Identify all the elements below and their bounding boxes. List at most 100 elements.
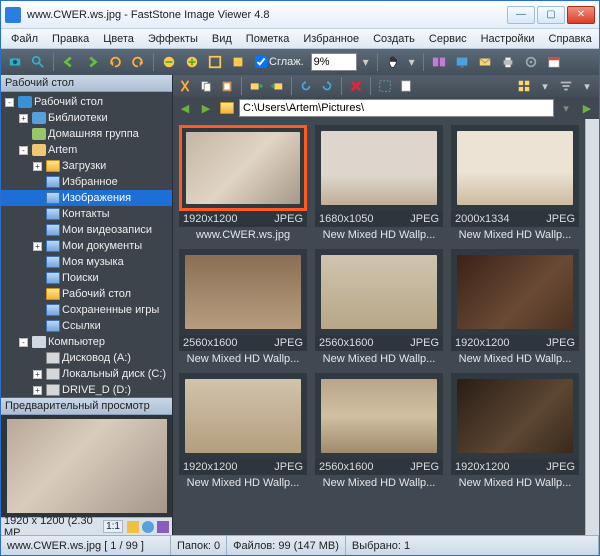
move-to-icon[interactable] [268,77,286,95]
redo-icon[interactable] [128,52,148,72]
expander-icon[interactable]: - [19,146,28,155]
rotate-right-icon[interactable] [318,77,336,95]
delete-icon[interactable] [347,77,365,95]
tree-item[interactable]: +Локальный диск (C:) [1,366,172,382]
tree-item[interactable]: +Дисковод (A:) [1,350,172,366]
expander-icon[interactable]: + [33,162,42,171]
menu-tools[interactable]: Сервис [423,32,473,46]
thumbnail[interactable]: 2560x1600JPEGNew Mixed HD Wallp... [179,249,307,365]
paste-icon[interactable] [218,77,236,95]
back-icon[interactable] [59,52,79,72]
tree-item[interactable]: +Моя музыка [1,254,172,270]
tree-item[interactable]: -Artem [1,142,172,158]
menu-effects[interactable]: Эффекты [142,32,204,46]
thumbnail-grid[interactable]: 1920x1200JPEGwww.CWER.ws.jpg1680x1050JPE… [173,119,585,535]
thumb-image[interactable] [179,249,307,335]
menu-tag[interactable]: Пометка [240,32,296,46]
menu-file[interactable]: Файл [5,32,44,46]
minimize-button[interactable]: — [507,6,535,24]
close-button[interactable]: ✕ [567,6,595,24]
filter-dropdown-icon[interactable]: ▾ [578,77,596,95]
tree-item[interactable]: +Загрузки [1,158,172,174]
print-icon[interactable] [498,52,518,72]
thumbnail[interactable]: 1920x1200JPEGNew Mixed HD Wallp... [451,373,579,489]
tree-item[interactable]: +DRIVE_D (D:) [1,382,172,397]
view-mode-icon[interactable] [515,77,533,95]
slideshow-icon[interactable] [452,52,472,72]
tree-item[interactable]: +Ссылки [1,318,172,334]
thumb-image[interactable] [451,249,579,335]
zoom-camera-icon[interactable] [5,52,25,72]
go-icon[interactable]: ▶ [578,99,596,117]
expander-icon[interactable]: + [33,242,42,251]
compare-icon[interactable] [429,52,449,72]
tree-item[interactable]: +Сохраненные игры [1,302,172,318]
menu-colors[interactable]: Цвета [97,32,140,46]
tree-item[interactable]: +Домашняя группа [1,126,172,142]
cut-icon[interactable] [176,77,194,95]
undo-icon[interactable] [105,52,125,72]
scrollbar[interactable] [585,119,599,535]
thumbnail[interactable]: 1920x1200JPEGNew Mixed HD Wallp... [179,373,307,489]
thumb-image[interactable] [451,373,579,459]
thumbnail[interactable]: 1920x1200JPEGwww.CWER.ws.jpg [179,125,307,241]
select-all-icon[interactable] [376,77,394,95]
folder-tree[interactable]: -Рабочий стол+Библиотеки+Домашняя группа… [1,92,172,397]
path-dropdown-icon[interactable]: ▾ [557,99,575,117]
view-dropdown-icon[interactable]: ▾ [536,77,554,95]
menu-edit[interactable]: Правка [46,32,95,46]
smooth-checkbox[interactable] [255,56,267,68]
tree-item[interactable]: +Изображения [1,190,172,206]
tree-item[interactable]: +Библиотеки [1,110,172,126]
copy-to-icon[interactable] [247,77,265,95]
rating-icon[interactable] [127,521,139,533]
expander-icon[interactable]: - [5,98,14,107]
zoom-dropdown-icon[interactable]: ▾ [360,52,372,72]
path-input[interactable] [239,99,554,117]
smooth-toggle[interactable]: Сглаж. [255,56,304,68]
thumbnail[interactable]: 1920x1200JPEGNew Mixed HD Wallp... [451,249,579,365]
fit-window-icon[interactable] [205,52,225,72]
zoom-input[interactable] [311,53,357,71]
thumb-image[interactable] [179,373,307,459]
actual-size-icon[interactable] [228,52,248,72]
menu-help[interactable]: Справка [543,32,598,46]
zoom-out-icon[interactable] [159,52,179,72]
tree-item[interactable]: -Компьютер [1,334,172,350]
thumb-image[interactable] [315,249,443,335]
expander-icon[interactable]: + [19,114,28,123]
expander-icon[interactable]: + [33,386,42,395]
thumbnail[interactable]: 2560x1600JPEGNew Mixed HD Wallp... [315,373,443,489]
hand-tool-icon[interactable] [383,52,403,72]
maximize-button[interactable]: ▢ [537,6,565,24]
expander-icon[interactable]: + [33,370,42,379]
rotate-left-icon[interactable] [297,77,315,95]
thumbnail[interactable]: 2000x1334JPEGNew Mixed HD Wallp... [451,125,579,241]
thumb-image[interactable] [179,125,307,211]
info-icon[interactable] [142,521,154,533]
zoom-in-icon[interactable] [182,52,202,72]
settings-icon[interactable] [521,52,541,72]
preview-ratio[interactable]: 1:1 [103,520,123,533]
tree-item[interactable]: +Рабочий стол [1,286,172,302]
calendar-icon[interactable] [544,52,564,72]
thumbnail[interactable]: 1680x1050JPEGNew Mixed HD Wallp... [315,125,443,241]
expander-icon[interactable]: - [19,338,28,347]
copy-icon[interactable] [197,77,215,95]
menu-view[interactable]: Вид [206,32,238,46]
nav-back-icon[interactable]: ◀ [176,99,194,117]
thumb-image[interactable] [315,125,443,211]
thumb-image[interactable] [451,125,579,211]
tree-item[interactable]: +Поиски [1,270,172,286]
tree-item[interactable]: +Мои документы [1,238,172,254]
menu-settings[interactable]: Настройки [475,32,541,46]
tree-item[interactable]: -Рабочий стол [1,94,172,110]
tree-item[interactable]: +Избранное [1,174,172,190]
folder-icon[interactable] [218,99,236,117]
filter-icon[interactable] [557,77,575,95]
properties-icon[interactable] [397,77,415,95]
hand-dropdown-icon[interactable]: ▾ [406,52,418,72]
menu-favorites[interactable]: Избранное [297,32,365,46]
email-icon[interactable] [475,52,495,72]
menu-create[interactable]: Создать [367,32,421,46]
